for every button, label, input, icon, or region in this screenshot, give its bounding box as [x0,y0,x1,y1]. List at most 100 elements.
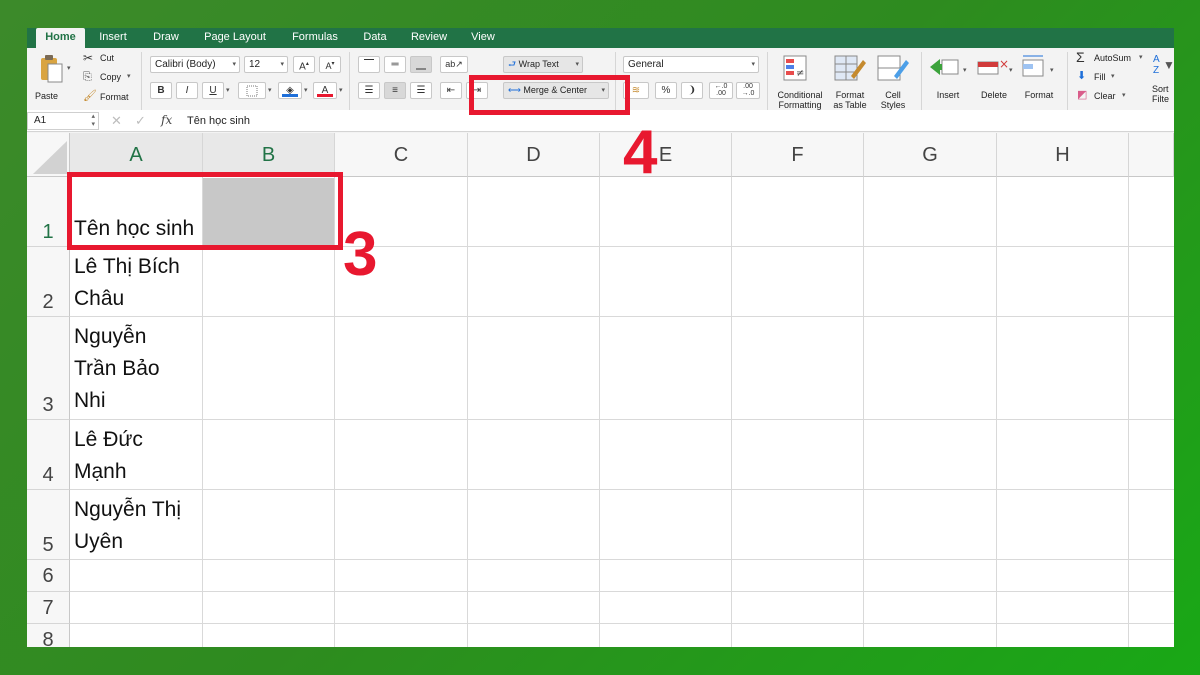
align-center-button[interactable]: ≡ [384,82,406,99]
cut-button[interactable]: ✂ Cut [83,51,123,67]
svg-text:×: × [999,57,1009,71]
ribbon-tab-bar: Home Insert Draw Page Layout Formulas Da… [27,28,1174,48]
cancel-icon[interactable]: ✕ [111,113,122,129]
sort-az-icon: AZ [1153,54,1160,76]
underline-button[interactable]: U [202,82,224,99]
increase-font-size-button[interactable]: A▴ [293,56,315,73]
tab-view[interactable]: View [463,28,503,48]
font-color-dropdown-icon[interactable]: ▾ [339,86,343,94]
fill-color-button[interactable]: ◈ [278,82,302,99]
row-header-1[interactable]: 1 [27,177,70,247]
column-header-c[interactable]: C [335,133,468,177]
column-header-e[interactable]: E [600,133,732,177]
row-header-8[interactable]: 8 [27,624,70,647]
cell-styles-label: Cell Styles [873,90,913,110]
select-all-triangle-icon [33,141,67,174]
row-header-6[interactable]: 6 [27,560,70,592]
percent-style-button[interactable]: % [655,82,677,99]
enter-icon[interactable]: ✓ [135,113,146,129]
font-size-value: 12 [249,59,261,70]
cell-a3[interactable]: Nguyễn Trần Bảo Nhi [74,321,160,417]
increase-decimal-button[interactable]: ←.0.00 [709,82,733,99]
align-bottom-button[interactable]: ⎽ [410,56,432,73]
format-painter-label: Format [100,92,129,102]
tab-review[interactable]: Review [403,28,455,48]
grid-line [70,489,1174,490]
fill-color-dropdown-icon[interactable]: ▾ [304,86,308,94]
decrease-indent-button[interactable]: ⇤ [440,82,462,99]
align-top-button[interactable]: ⎺ [358,56,380,73]
row-header-5[interactable]: 5 [27,490,70,560]
wrap-text-button[interactable]: ⮐ Wrap Text ▾ [503,56,583,73]
row-header-2[interactable]: 2 [27,247,70,317]
autosum-button[interactable]: Σ AutoSum ▾ [1076,49,1148,66]
decrease-decimal-button[interactable]: .00 →.0 [736,82,760,99]
tab-page-layout[interactable]: Page Layout [195,28,275,48]
filter-label: Filte [1152,94,1170,104]
tab-data[interactable]: Data [353,28,397,48]
fill-color-swatch [282,94,298,97]
comma-style-button[interactable]: ❩ [681,82,703,99]
tab-draw[interactable]: Draw [145,28,187,48]
increase-decimal-icon: ←.0.00 [714,83,728,97]
column-header-b[interactable]: B [203,133,335,177]
chevron-down-icon: ▾ [1122,92,1126,99]
fx-icon[interactable]: fx [161,113,172,127]
wrap-text-label: Wrap Text [518,59,559,69]
column-header-h[interactable]: H [997,133,1129,177]
cell-a3-line: Trần Bảo [74,357,160,380]
bold-button[interactable]: B [150,82,172,99]
column-header-overflow[interactable] [1129,133,1174,177]
tab-home[interactable]: Home [36,28,85,48]
underline-dropdown-icon[interactable]: ▾ [226,86,230,94]
align-middle-button[interactable]: ═ [384,56,406,73]
cell-a4[interactable]: Lê Đức Mạnh [74,424,143,488]
row-header-4[interactable]: 4 [27,420,70,490]
formula-input[interactable]: Tên học sinh [187,115,250,127]
italic-label: I [185,85,189,96]
as-table-label: as Table [833,100,867,110]
column-header-d[interactable]: D [468,133,600,177]
coins-icon: ≋ [631,85,641,96]
row-header-3[interactable]: 3 [27,317,70,420]
orientation-button[interactable]: ab↗ [440,56,468,73]
cell-a5[interactable]: Nguyễn Thị Uyên [74,494,181,558]
font-name-select[interactable]: Calibri (Body) ▾ [150,56,240,73]
chevron-down-icon: ▾ [751,61,755,68]
number-format-select[interactable]: General ▾ [623,56,759,73]
align-top-icon: ⎺ [364,59,374,70]
decrease-indent-icon: ⇤ [446,85,456,96]
paste-dropdown-icon[interactable]: ▾ [67,64,71,72]
highlight-box-step3 [67,172,343,250]
grid-line [70,591,1174,592]
delete-dropdown-icon: ▾ [1009,67,1013,74]
column-header-a[interactable]: A [70,133,203,177]
cell-a2[interactable]: Lê Thị Bích Châu [74,251,180,315]
tab-insert[interactable]: Insert [91,28,135,48]
tab-formulas[interactable]: Formulas [283,28,347,48]
svg-text:≠: ≠ [796,68,804,79]
borders-button[interactable] [238,82,266,99]
borders-dropdown-icon[interactable]: ▾ [268,86,272,94]
align-left-button[interactable]: ☰ [358,82,380,99]
format-painter-button[interactable]: 🖌 Format [83,89,135,105]
column-header-f[interactable]: F [732,133,864,177]
chevron-down-icon: ▾ [280,61,284,68]
decrease-font-size-button[interactable]: A▾ [319,56,341,73]
align-right-button[interactable]: ☰ [410,82,432,99]
name-box[interactable]: A1 ▴ ▾ [27,112,99,130]
clear-button[interactable]: ◩ Clear ▾ [1076,88,1136,104]
fill-button[interactable]: ⬇ Fill ▾ [1076,69,1126,85]
grid-line [731,177,732,647]
italic-button[interactable]: I [176,82,198,99]
column-header-g[interactable]: G [864,133,997,177]
copy-button[interactable]: ⎘ Copy ▾ [83,70,133,86]
paste-icon [41,55,63,83]
select-all-corner[interactable] [27,133,70,177]
paste-button[interactable]: Paste [33,52,73,104]
font-color-button[interactable]: A [313,82,337,99]
align-middle-icon: ═ [391,59,399,70]
row-header-7[interactable]: 7 [27,592,70,624]
font-size-select[interactable]: 12 ▾ [244,56,288,73]
grid-line [70,316,1174,317]
